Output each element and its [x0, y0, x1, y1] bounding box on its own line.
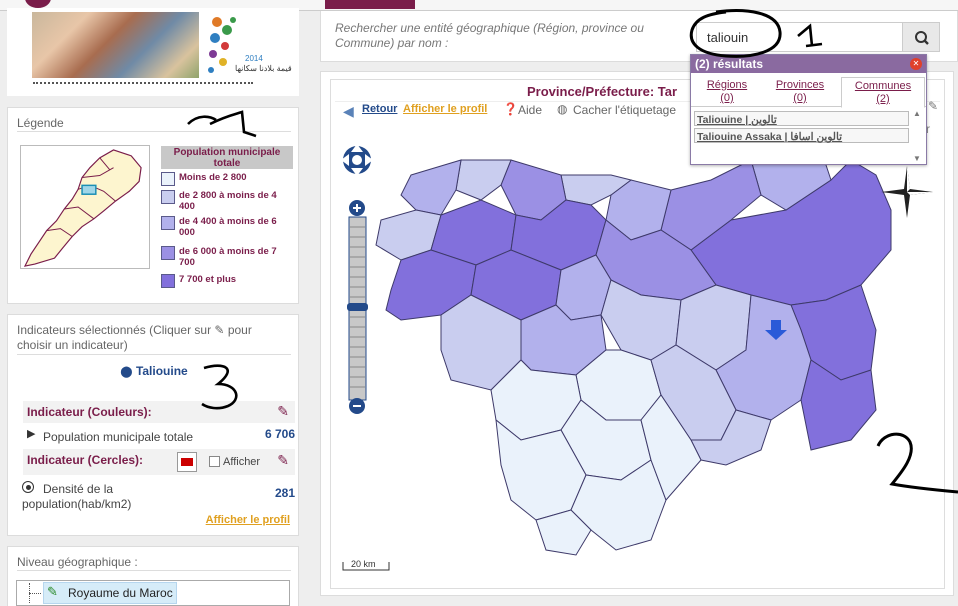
globe-icon[interactable]: ◍: [557, 102, 567, 116]
banner-year: 2014: [245, 54, 263, 63]
banner-tagline: [33, 82, 253, 85]
circle-indicator-value: 281: [274, 486, 295, 500]
tab-regions[interactable]: Régions (0): [693, 79, 761, 105]
tree-item[interactable]: ✎ Royaume du Maroc: [43, 582, 177, 604]
banner-people-image: [32, 12, 199, 78]
tab-provinces-count: (0): [793, 92, 807, 104]
search-input[interactable]: [696, 22, 904, 52]
legend-swatch: [161, 172, 175, 186]
zoom-slider[interactable]: [347, 200, 368, 414]
circle-show-label: Afficher: [223, 456, 261, 468]
search-results-popup[interactable]: (2) résultats ✕ Régions (0) Provinces (0…: [690, 54, 927, 165]
tab-regions-label: Régions: [706, 79, 748, 91]
collapse-triangle-icon[interactable]: ▶: [27, 427, 35, 440]
results-count: (2) résultats: [695, 57, 764, 71]
result-label: Taliouine | تالوين: [697, 114, 777, 126]
pencil-icon: ✎: [47, 584, 58, 599]
map-profile-link[interactable]: Afficher le profil: [403, 103, 487, 115]
geo-level-title-rule: [17, 570, 291, 571]
indicators-title-rule: [17, 354, 291, 355]
legend-item: 7 700 et plus: [161, 274, 295, 292]
result-label: Taliouine Assaka | تالوين اسافا: [697, 131, 843, 143]
legend-item: de 6 000 à moins de 7 700: [161, 246, 295, 274]
top-menu-tab[interactable]: [325, 0, 415, 9]
region[interactable]: [400, 159, 462, 216]
map-toolbar: ◀ Retour Afficher le profil ❓ Aide ◍ Cac…: [343, 102, 723, 120]
tab-regions-count: (0): [720, 92, 734, 104]
search-icon: [915, 31, 929, 45]
map-title: Province/Préfecture: Tar: [527, 84, 678, 99]
legend-item: de 2 800 à moins de 4 400: [161, 190, 295, 216]
geo-tree: ✎ Royaume du Maroc: [16, 580, 290, 606]
legend-title: Légende: [17, 116, 64, 130]
search-button[interactable]: [902, 22, 940, 52]
search-hint: Rechercher une entité géographique (Régi…: [335, 21, 644, 50]
legend-list: Moins de 2 800 de 2 800 à moins de 4 400…: [161, 172, 295, 292]
census-banner: 2014 قيمة بلادنا سكانها: [7, 8, 299, 96]
results-list: Taliouine | تالوين Taliouine Assaka | تا…: [694, 111, 909, 143]
legend-title-rule: [17, 131, 291, 132]
close-icon[interactable]: ✕: [910, 58, 922, 70]
geo-level-title: Niveau géographique :: [17, 555, 138, 569]
map-side-tool-text: r: [926, 122, 930, 136]
result-item[interactable]: Taliouine Assaka | تالوين اسافا: [694, 128, 909, 143]
map-marker-icon: ⬤: [120, 366, 133, 378]
region[interactable]: [455, 159, 512, 201]
selected-place-name: Taliouine: [135, 364, 188, 378]
tab-provinces[interactable]: Provinces (0): [767, 79, 833, 105]
circle-show-checkbox[interactable]: [209, 456, 220, 467]
color-indicator-value: 6 706: [264, 427, 295, 441]
pan-control[interactable]: [341, 144, 373, 176]
indicators-profile-link[interactable]: Afficher le profil: [206, 514, 290, 526]
tab-communes[interactable]: Communes (2): [841, 77, 925, 108]
map-side-tool-icon[interactable]: ✎: [928, 99, 938, 113]
circle-indicator-name: Densité de la population(hab/km2): [22, 482, 132, 511]
color-indicator-header: Indicateur (Couleurs): ✎: [23, 401, 295, 423]
labels-toggle[interactable]: Cacher l'étiquetage: [573, 103, 676, 117]
help-label[interactable]: Aide: [518, 103, 542, 117]
geo-level-panel: Niveau géographique : ✎ Royaume du Maroc: [7, 546, 299, 606]
help-icon[interactable]: ❓: [503, 102, 518, 116]
map-regions[interactable]: [375, 120, 892, 556]
result-item[interactable]: Taliouine | تالوين: [694, 111, 909, 126]
selected-place: ⬤ Taliouine: [8, 364, 300, 378]
results-tabs: Régions (0) Provinces (0) Communes (2): [691, 77, 926, 108]
morocco-locator-map: [20, 145, 150, 269]
color-indicator-heading: Indicateur (Couleurs):: [27, 405, 152, 419]
results-header: (2) résultats ✕: [691, 55, 926, 73]
edit-circle-indicator-icon[interactable]: ✎: [277, 452, 289, 469]
circle-indicator-heading: Indicateur (Cercles):: [27, 453, 144, 467]
legend-panel: Légende Population municipale totale Moi…: [7, 107, 299, 304]
legend-swatch: [161, 190, 175, 204]
tab-communes-label: Communes: [854, 80, 912, 92]
color-indicator-row[interactable]: ▶ Population municipale totale 6 706: [23, 427, 295, 445]
circle-indicator-row[interactable]: Densité de la population(hab/km2) 281: [17, 480, 295, 512]
choropleth-map[interactable]: 20 km: [331, 120, 944, 580]
back-arrow-icon[interactable]: ◀: [343, 103, 354, 120]
indicators-panel: Indicateurs sélectionnés (Cliquer sur ✎ …: [7, 314, 299, 536]
back-link[interactable]: Retour: [362, 103, 397, 115]
legend-swatch: [161, 246, 175, 260]
scroll-up-icon[interactable]: ▲: [913, 109, 921, 118]
legend-table-header: Population municipale totale: [161, 146, 293, 169]
tree-item-label: Royaume du Maroc: [68, 586, 173, 600]
legend-swatch: [161, 274, 175, 288]
tab-communes-count: (2): [876, 93, 890, 105]
legend-item: Moins de 2 800: [161, 172, 295, 190]
circle-indicator-header: Indicateur (Cercles): Afficher ✎: [23, 449, 295, 475]
color-indicator-name: Population municipale totale: [43, 430, 194, 444]
indicators-title: Indicateurs sélectionnés (Cliquer sur ✎ …: [17, 323, 252, 352]
scale-label: 20 km: [351, 559, 376, 569]
legend-swatch: [161, 216, 175, 230]
edit-color-indicator-icon[interactable]: ✎: [277, 403, 289, 420]
banner-arabic-text: قيمة بلادنا سكانها: [235, 64, 292, 73]
results-scrollbar[interactable]: ▲ ▼: [912, 109, 924, 163]
tab-provinces-label: Provinces: [775, 79, 825, 91]
scroll-down-icon[interactable]: ▼: [913, 154, 921, 163]
circle-color-picker[interactable]: [177, 452, 197, 472]
legend-item: de 4 400 à moins de 6 000: [161, 216, 295, 246]
tree-connector: [29, 593, 41, 594]
